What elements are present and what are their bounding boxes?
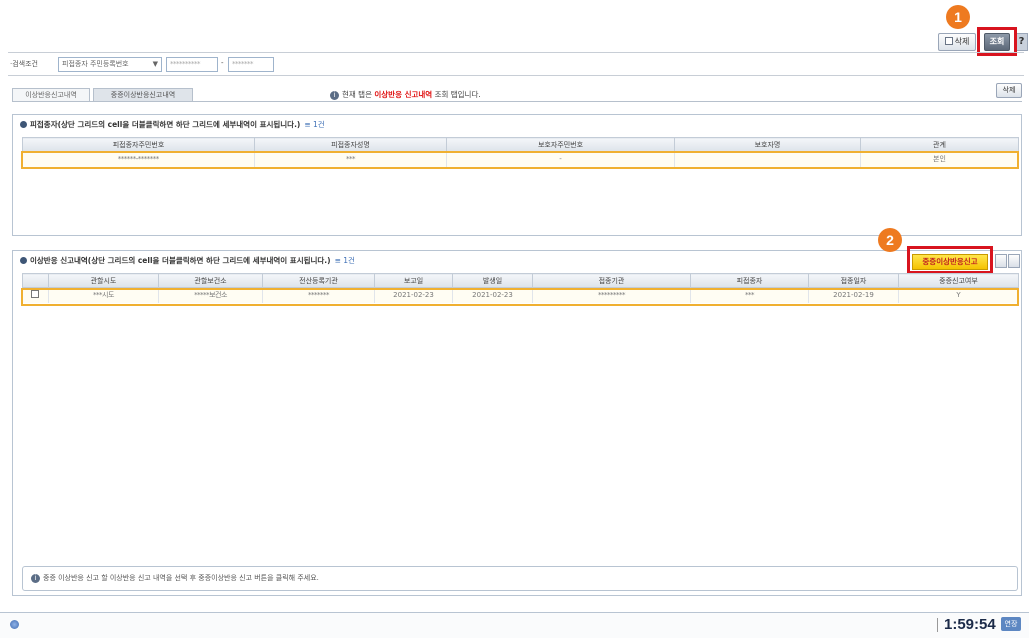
excel-icon[interactable] <box>995 254 1007 268</box>
column-header[interactable]: 관할보건소 <box>158 273 263 288</box>
help-icon: ? <box>1018 36 1025 47</box>
id-separator: - <box>221 59 224 67</box>
adverse-reaction-panel-title: 이상반응 신고내역(상단 그리드의 cell을 더블클릭하면 하단 그리드에 세… <box>20 255 355 266</box>
delete-button-label: 삭제 <box>954 37 970 46</box>
column-header[interactable]: 피접종자 <box>690 273 809 288</box>
print-icon[interactable] <box>1008 254 1020 268</box>
column-header[interactable]: 보고일 <box>374 273 453 288</box>
session-timer: 1:59:54 <box>944 616 996 633</box>
globe-icon <box>10 620 19 629</box>
column-header[interactable]: 접종일자 <box>808 273 899 288</box>
vaccinee-panel-title: 피접종자(상단 그리드의 cell을 더블클릭하면 하단 그리드에 세부내역이 … <box>20 119 325 130</box>
column-header[interactable]: 피접종자주민번호 <box>22 137 255 152</box>
search-condition-label: ·검색조건 <box>10 60 38 68</box>
tab-serious-adverse-reaction-reports[interactable]: 중증이상반응신고내역 <box>93 88 193 102</box>
step-marker-1: 1 <box>946 5 970 29</box>
column-header[interactable] <box>22 273 49 288</box>
notice-suffix: 조회 탭입니다. <box>434 90 481 99</box>
delete-record-button[interactable]: 삭제 <box>996 83 1022 98</box>
tab-label: 중증이상반응신고내역 <box>110 91 176 99</box>
tab-underline <box>12 101 1022 102</box>
column-header[interactable]: 피접종자성명 <box>254 137 447 152</box>
search-condition-bar: ·검색조건 피접종자 주민등록번호 ▼ ********** - ******* <box>8 52 1024 76</box>
notice-prefix: 현재 탭은 <box>342 90 372 99</box>
info-icon: i <box>31 574 40 583</box>
selected-row-highlight <box>21 151 1019 169</box>
column-header[interactable]: 중증신고여부 <box>898 273 1019 288</box>
step-marker-2: 2 <box>878 228 902 252</box>
instruction-text: 중증 이상반응 신고 할 이상반응 신고 내역을 선택 후 중증이상반응 신고 … <box>43 574 319 582</box>
vaccinee-count: ≡ 1건 <box>304 120 325 129</box>
column-header[interactable]: 발생일 <box>452 273 533 288</box>
search-type-value: 피접종자 주민등록번호 <box>62 60 129 68</box>
delete-button[interactable]: 삭제 <box>938 33 976 51</box>
column-header[interactable]: 보호자주민번호 <box>446 137 675 152</box>
vaccinee-count-value: 1건 <box>313 120 325 129</box>
bullet-icon <box>20 121 27 128</box>
column-header[interactable]: 접종기관 <box>532 273 691 288</box>
vaccinee-panel <box>12 114 1022 236</box>
search-type-select[interactable]: 피접종자 주민등록번호 ▼ <box>58 57 162 72</box>
status-separator <box>937 618 938 632</box>
tab-label: 이상반응신고내역 <box>25 91 77 99</box>
vaccinee-title-text: 피접종자(상단 그리드의 cell을 더블클릭하면 하단 그리드에 세부내역이 … <box>30 120 301 129</box>
adverse-count-value: 1건 <box>343 256 355 265</box>
id-front-input[interactable]: ********** <box>166 57 218 72</box>
info-icon: i <box>330 91 339 100</box>
delete-record-label: 삭제 <box>1002 86 1016 94</box>
extend-session-button[interactable]: 연장 <box>1001 617 1021 631</box>
adverse-title-text: 이상반응 신고내역(상단 그리드의 cell을 더블클릭하면 하단 그리드에 세… <box>30 256 331 265</box>
column-header[interactable]: 관계 <box>860 137 1019 152</box>
bullet-icon <box>20 257 27 264</box>
selected-row-highlight <box>21 288 1019 306</box>
tab-adverse-reaction-reports[interactable]: 이상반응신고내역 <box>12 88 90 102</box>
column-header[interactable]: 보호자명 <box>674 137 861 152</box>
status-bar <box>0 612 1029 638</box>
id-back-input[interactable]: ******* <box>228 57 274 72</box>
notice-highlight: 이상반응 신고내역 <box>374 90 433 99</box>
chevron-down-icon: ▼ <box>152 60 158 68</box>
current-tab-notice: i 현재 탭은 이상반응 신고내역 조회 탭입니다. <box>330 89 481 100</box>
highlight-serious-report-button <box>907 246 993 274</box>
instruction-note: i 중증 이상반응 신고 할 이상반응 신고 내역을 선택 후 중증이상반응 신고… <box>22 566 1018 591</box>
column-header[interactable]: 관할시도 <box>48 273 159 288</box>
id-front-value: ********** <box>170 60 201 68</box>
adverse-count: ≡ 1건 <box>334 256 355 265</box>
column-header[interactable]: 전산등록기관 <box>262 273 375 288</box>
delete-icon <box>944 37 953 45</box>
id-back-value: ******* <box>232 60 254 68</box>
